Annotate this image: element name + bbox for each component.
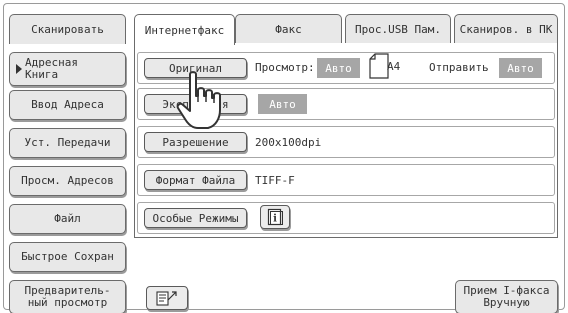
tab-usb-memory-preview[interactable]: Прос.USB Пам. (345, 14, 451, 44)
transmission-settings-button[interactable]: Уст. Передачи (9, 128, 126, 158)
tab-fax[interactable]: Факс (235, 14, 342, 44)
resolution-button[interactable]: Разрешение (144, 132, 247, 152)
paper-orientation-icon (369, 53, 389, 79)
hand-pointer-icon (176, 71, 221, 129)
preview-button[interactable]: Предваритель- ный просмотр (9, 280, 126, 313)
file-format-button[interactable]: Формат Файла (144, 170, 247, 190)
address-book-button[interactable]: Адресная Книга (9, 52, 126, 86)
paper-size-label: A4 (387, 60, 401, 73)
address-book-label: Адресная Книга (25, 56, 78, 81)
info-button[interactable]: i (260, 205, 290, 229)
file-button[interactable]: Файл (9, 204, 126, 234)
quick-file-button[interactable]: Быстрое Сохран (9, 242, 126, 272)
manual-receive-button[interactable]: Прием I-факса Вручную (455, 280, 558, 313)
preview-label: Просмотр: (255, 61, 315, 74)
file-format-value: TIFF-F (255, 174, 295, 187)
program-edit-icon (156, 291, 177, 306)
info-icon: i (267, 208, 283, 226)
special-modes-button[interactable]: Особые Режимы (144, 208, 247, 228)
send-value-badge: Авто (499, 58, 542, 78)
address-review-button[interactable]: Просм. Адресов (9, 166, 126, 196)
svg-text:i: i (273, 214, 277, 225)
tab-scan[interactable]: Сканировать (9, 14, 126, 44)
tab-scan-to-pc[interactable]: Сканиров. в ПК (454, 14, 558, 44)
program-edit-button[interactable] (146, 286, 188, 310)
send-label: Отправить (429, 61, 489, 74)
resolution-value: 200x100dpi (255, 136, 322, 149)
arrow-right-icon (16, 64, 22, 74)
screen: Сканировать Интернетфакс Факс Прос.USB П… (0, 0, 568, 313)
address-entry-button[interactable]: Ввод Адреса (9, 90, 126, 120)
preview-value-badge: Авто (317, 58, 360, 78)
exposure-value-badge: Авто (258, 94, 307, 114)
tab-internet-fax[interactable]: Интернетфакс (134, 14, 235, 45)
